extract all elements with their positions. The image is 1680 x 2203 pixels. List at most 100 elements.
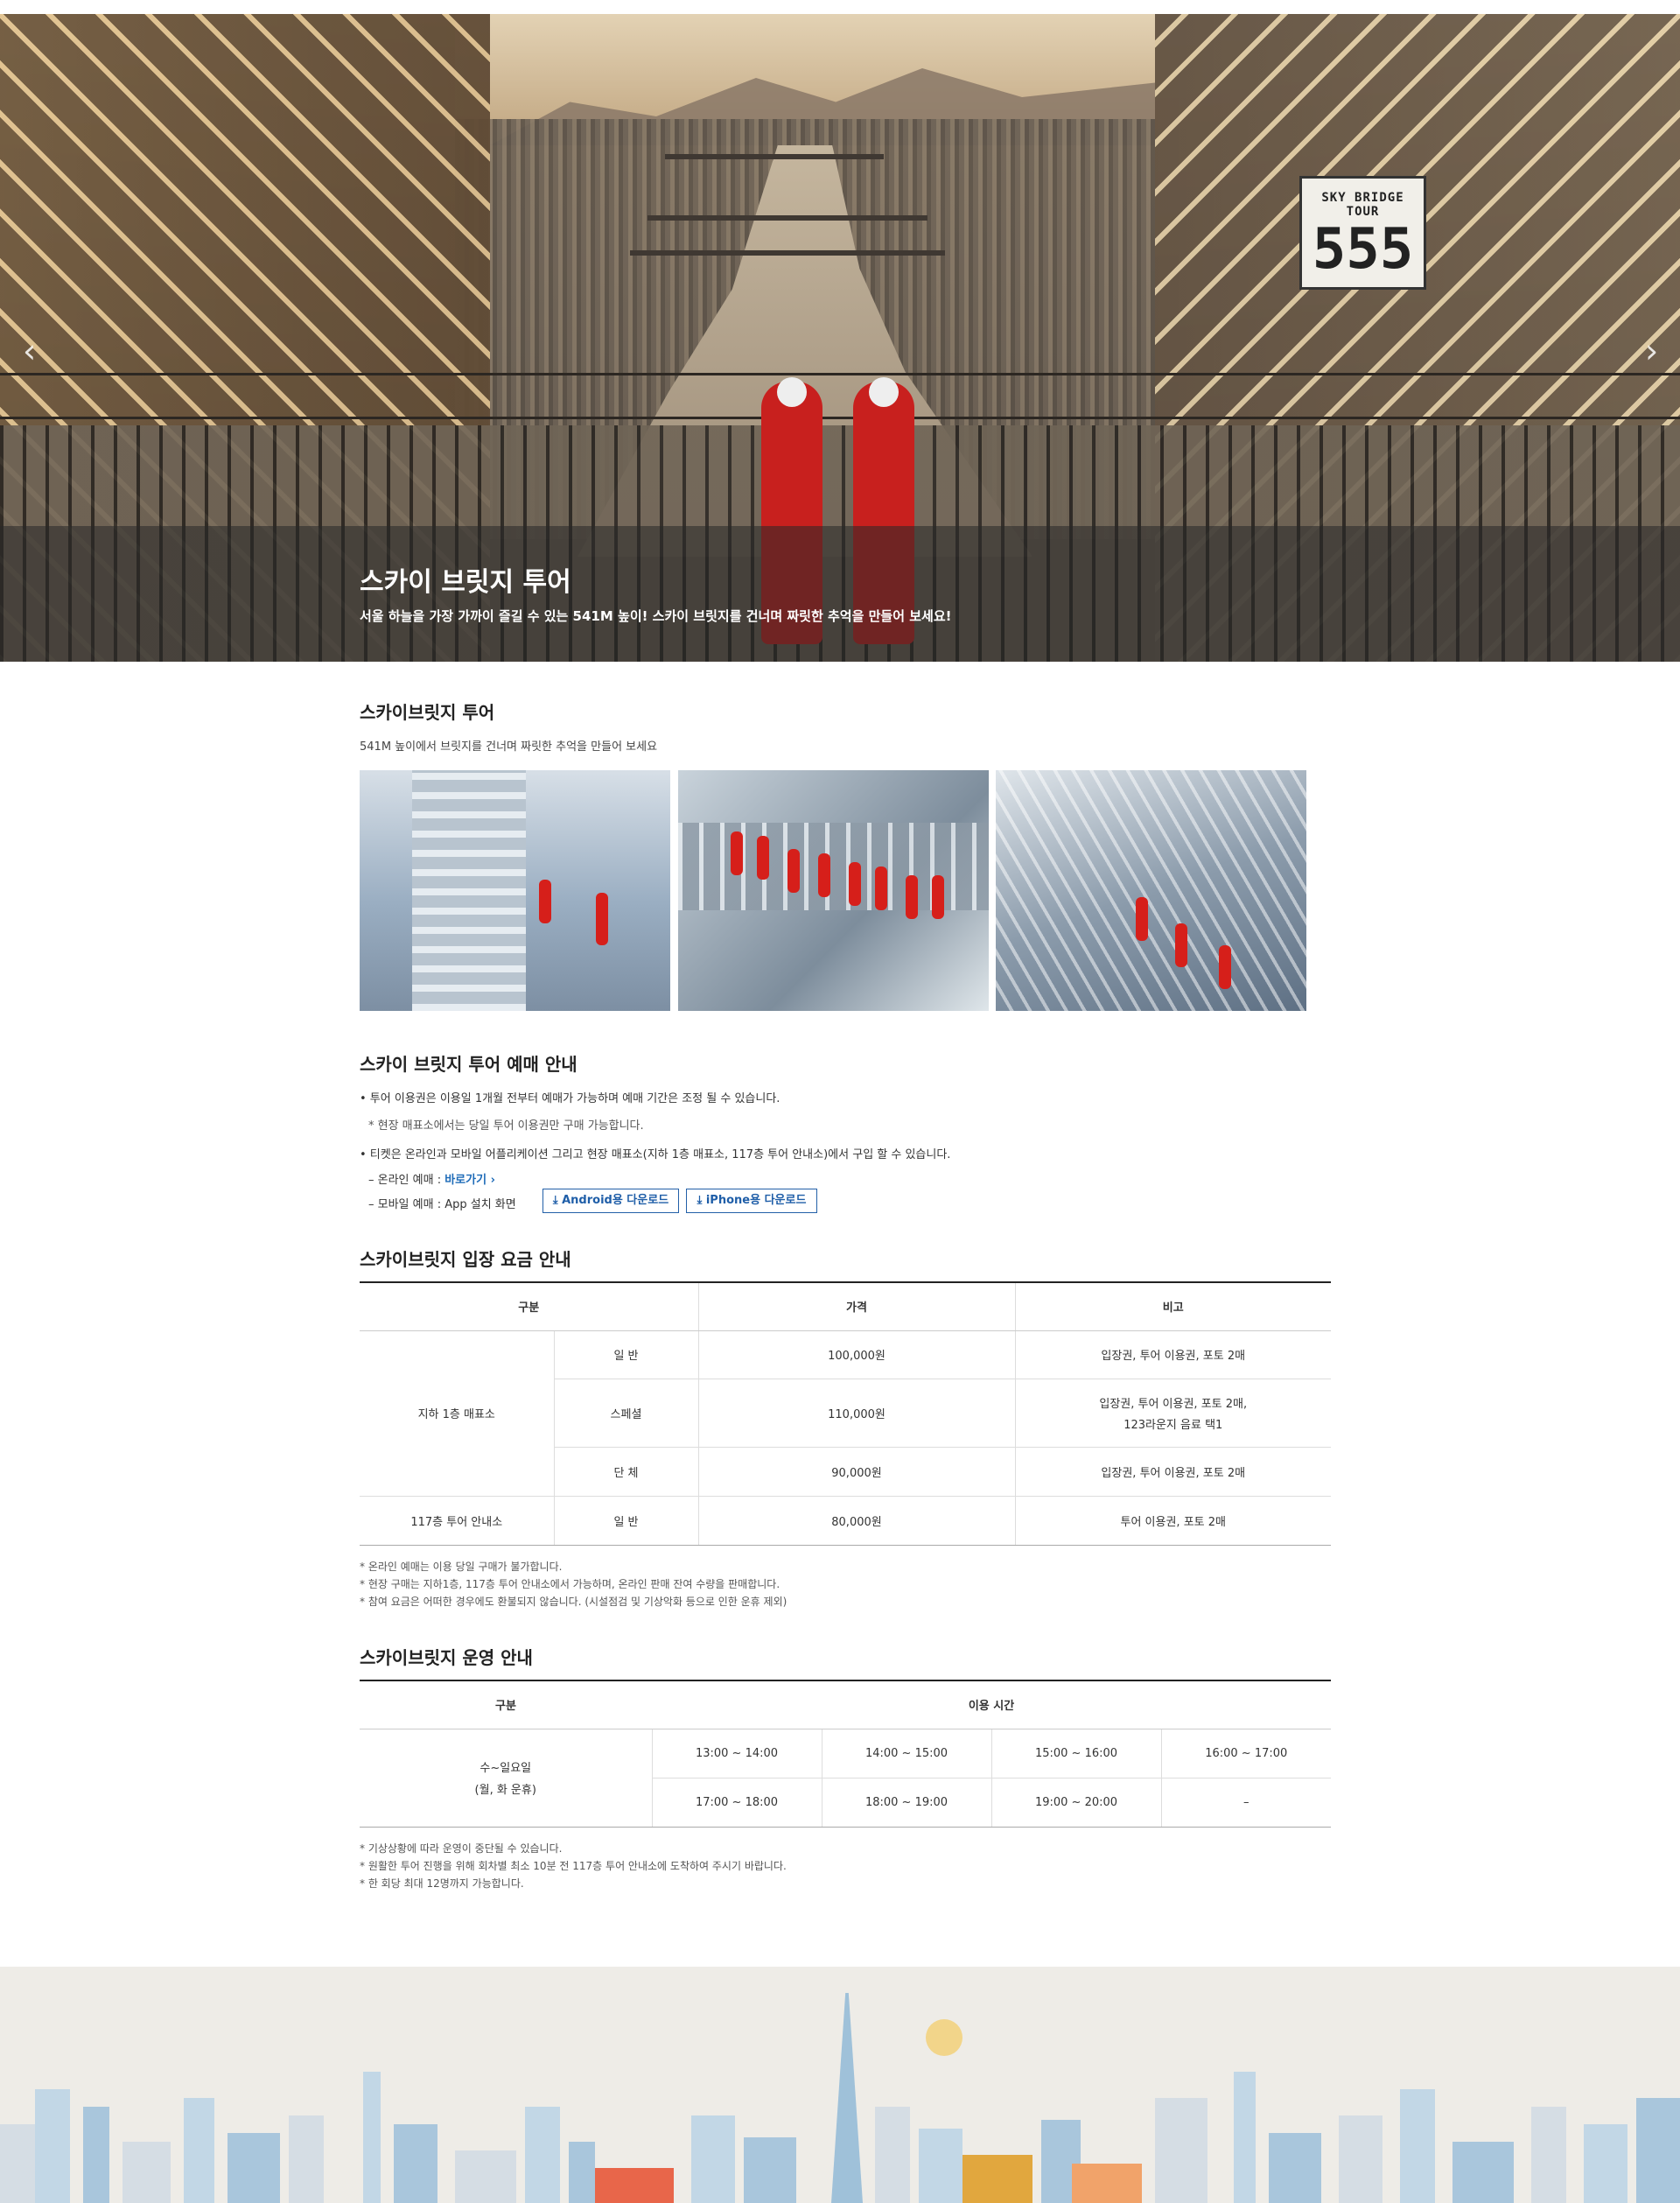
operation-days: 수~일요일 (월, 화 운휴): [360, 1729, 652, 1828]
price-type: 스페셜: [553, 1379, 698, 1448]
skyline-building: [122, 2142, 171, 2203]
online-booking-link[interactable]: 바로가기 ›: [444, 1174, 495, 1187]
price-note-line1: 입장권, 투어 이용권, 포토 2매,: [1099, 1397, 1248, 1411]
booking-line2: * 현장 매표소에서는 당일 투어 이용권만 구매 가능합니다.: [368, 1119, 644, 1133]
price-type: 일 반: [553, 1496, 698, 1546]
operation-table: 구분 이용 시간 수~일요일 (월, 화 운휴) 13:00 ~ 14:00 1…: [360, 1680, 1331, 1828]
skyline-building: [1339, 2115, 1382, 2203]
time-slot: 14:00 ~ 15:00: [821, 1729, 991, 1779]
hero-river-bridge: [648, 215, 928, 221]
price-header-category: 구분: [360, 1282, 698, 1331]
price-header-note: 비고: [1014, 1282, 1331, 1331]
operation-title: 스카이브릿지 운영 안내: [360, 1647, 533, 1668]
price-note-item: * 참여 요금은 어떠한 경우에도 환불되지 않습니다. (시설점검 및 기상악…: [360, 1596, 788, 1608]
skyline-building: [744, 2137, 796, 2203]
tour-photo-2: [678, 770, 989, 1011]
skyline-building: [525, 2107, 560, 2203]
operation-days-line1: 수~일요일: [480, 1762, 532, 1775]
time-slot: 15:00 ~ 16:00: [990, 1729, 1161, 1779]
chevron-right-icon[interactable]: ›: [1645, 333, 1662, 368]
time-slot: 13:00 ~ 14:00: [651, 1729, 822, 1779]
skyline-building: [595, 2168, 674, 2203]
iphone-download-button[interactable]: ⤓ iPhone용 다운로드: [686, 1189, 817, 1213]
price-note-item: * 온라인 예매는 이용 당일 구매가 불가합니다.: [360, 1561, 563, 1573]
online-booking-row: – 온라인 예매 : 바로가기 ›: [368, 1170, 495, 1187]
hero-helmet: [777, 377, 807, 407]
skyline-building: [569, 2142, 595, 2203]
skyline-building: [289, 2115, 324, 2203]
hero-caption-overlay: [0, 526, 1680, 662]
price-header-price: 가격: [697, 1282, 1015, 1331]
hero-river-bridge: [665, 154, 884, 159]
skyline-building: [962, 2155, 1032, 2203]
operation-header-category: 구분: [360, 1680, 652, 1729]
skyline-building: [1400, 2089, 1435, 2203]
skyline-building: [875, 2107, 910, 2203]
skyline-building: [228, 2133, 280, 2203]
operation-note-item: * 기상상황에 따라 운영이 중단될 수 있습니다.: [360, 1842, 563, 1855]
hero-helmet: [869, 377, 899, 407]
skyline-building: [919, 2129, 962, 2203]
hero-rope: [0, 417, 1680, 419]
price-table: 구분 가격 비고 지하 1층 매표소 일 반 100,000원 입장권, 투어 …: [360, 1281, 1331, 1546]
time-slot: 16:00 ~ 17:00: [1160, 1729, 1331, 1779]
price-note: 입장권, 투어 이용권, 포토 2매: [1014, 1330, 1331, 1379]
price-type: 일 반: [553, 1330, 698, 1379]
price-location-117: 117층 투어 안내소: [360, 1496, 554, 1546]
operation-header-time: 이용 시간: [652, 1680, 1331, 1729]
skyline-building: [363, 2072, 381, 2203]
hero-title: 스카이 브릿지 투어: [360, 567, 571, 598]
skyline-building: [691, 2115, 735, 2203]
price-note-item: * 현장 구매는 지하1층, 117층 투어 안내소에서 가능하며, 온라인 판…: [360, 1578, 780, 1590]
price-note-line2: 123라운지 음료 택1: [1124, 1418, 1223, 1432]
skyline-building: [83, 2107, 109, 2203]
hero-rope: [0, 373, 1680, 375]
price-value: 110,000원: [697, 1379, 1015, 1448]
time-slot: 17:00 ~ 18:00: [651, 1778, 822, 1828]
online-booking-label: – 온라인 예매 :: [368, 1174, 442, 1187]
skyline-building: [1155, 2098, 1208, 2203]
footer-skyline-illustration: [0, 1967, 1680, 2203]
time-slot: 19:00 ~ 20:00: [990, 1778, 1161, 1828]
skyline-building: [1269, 2133, 1321, 2203]
android-download-button[interactable]: ⤓ Android용 다운로드: [542, 1189, 679, 1213]
sun-icon: [926, 2019, 962, 2056]
hero-subtitle: 서울 하늘을 가장 가까이 즐길 수 있는 541M 높이! 스카이 브릿지를 …: [360, 608, 952, 624]
price-title: 스카이브릿지 입장 요금 안내: [360, 1249, 571, 1270]
intro-title: 스카이브릿지 투어: [360, 702, 495, 723]
booking-title: 스카이 브릿지 투어 예매 안내: [360, 1054, 578, 1075]
skyline-building: [455, 2150, 516, 2203]
booking-line1: • 투어 이용권은 이용일 1개월 전부터 예매가 가능하며 예매 기간은 조정…: [360, 1092, 780, 1105]
skyline-building: [394, 2124, 438, 2203]
sky-bridge-sign: SKY BRIDGE TOUR 555: [1299, 176, 1426, 290]
hero-banner: SKY BRIDGE TOUR 555 스카이 브릿지 투어 서울 하늘을 가장…: [0, 14, 1680, 662]
skyline-building: [1636, 2098, 1680, 2203]
intro-desc: 541M 높이에서 브릿지를 건너며 짜릿한 추억을 만들어 보세요: [360, 740, 658, 754]
skyline-building: [184, 2098, 214, 2203]
skyline-building: [1531, 2107, 1566, 2203]
price-value: 100,000원: [697, 1330, 1015, 1379]
skyline-building: [1584, 2124, 1628, 2203]
time-slot: –: [1160, 1778, 1331, 1828]
price-note: 투어 이용권, 포토 2매: [1014, 1496, 1331, 1546]
booking-line3: • 티켓은 온라인과 모바일 어플리케이션 그리고 현장 매표소(지하 1층 매…: [360, 1148, 951, 1161]
price-value: 90,000원: [697, 1447, 1015, 1497]
operation-days-line2: (월, 화 운휴): [474, 1784, 536, 1797]
time-slot: 18:00 ~ 19:00: [821, 1778, 991, 1828]
operation-note-item: * 한 회당 최대 12명까지 가능합니다.: [360, 1877, 524, 1890]
price-note: 입장권, 투어 이용권, 포토 2매: [1014, 1447, 1331, 1497]
tour-photo-1: [360, 770, 670, 1011]
skyline-building: [35, 2089, 70, 2203]
sign-line2: 555: [1312, 217, 1414, 282]
price-notes: * 온라인 예매는 이용 당일 구매가 불가합니다. * 현장 구매는 지하1층…: [360, 1558, 787, 1610]
skyline-building: [1072, 2164, 1142, 2203]
price-value: 80,000원: [697, 1496, 1015, 1546]
chevron-left-icon[interactable]: ‹: [23, 333, 40, 368]
operation-note-item: * 원활한 투어 진행을 위해 회차별 최소 10분 전 117층 투어 안내소…: [360, 1860, 787, 1872]
lotte-tower-illustration: [831, 1993, 863, 2203]
skyline-building: [1452, 2142, 1514, 2203]
price-location-b1: 지하 1층 매표소: [360, 1330, 554, 1497]
operation-notes: * 기상상황에 따라 운영이 중단될 수 있습니다. * 원활한 투어 진행을 …: [360, 1840, 787, 1892]
sign-line1: SKY BRIDGE TOUR: [1321, 191, 1404, 219]
tour-photo-3: [996, 770, 1306, 1011]
